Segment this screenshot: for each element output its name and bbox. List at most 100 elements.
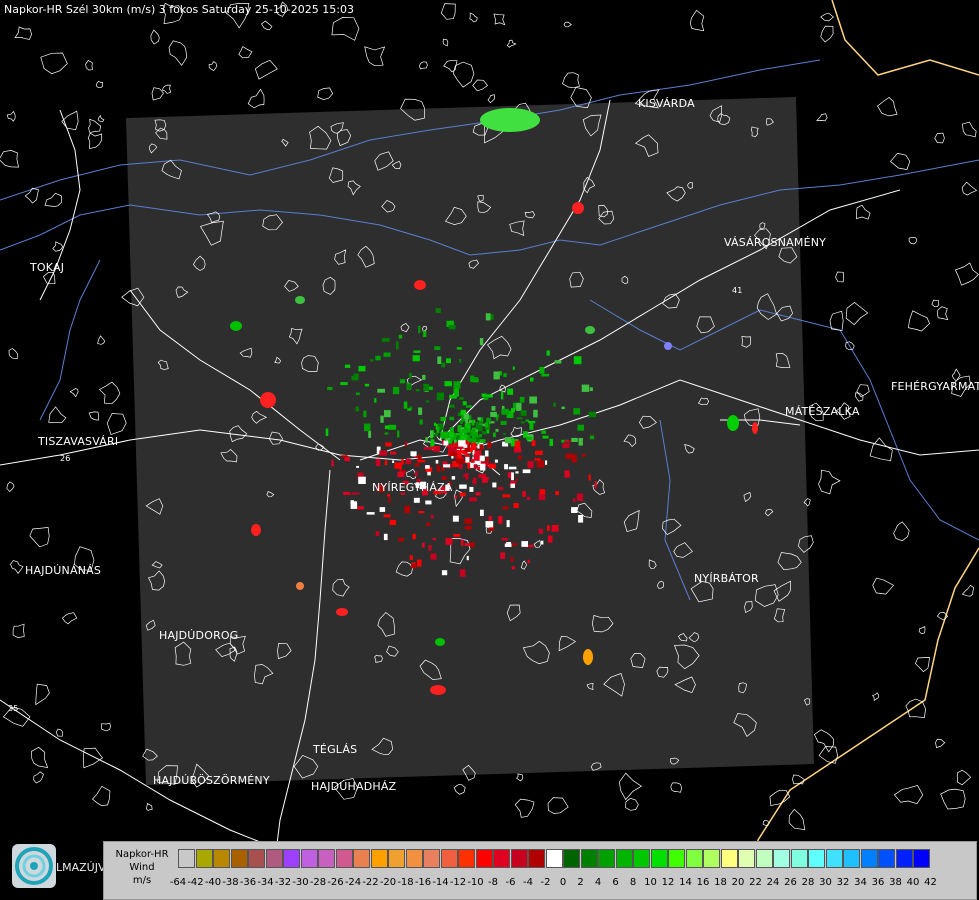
settlement-outline bbox=[506, 39, 517, 48]
radar-echo bbox=[578, 438, 583, 446]
radar-echo bbox=[479, 444, 484, 450]
radar-echo bbox=[581, 384, 590, 392]
radar-echo bbox=[383, 352, 391, 357]
legend-label: 26 bbox=[784, 877, 797, 888]
legend-label: 38 bbox=[889, 877, 902, 888]
radar-echo bbox=[510, 483, 515, 488]
radar-echo bbox=[441, 570, 448, 576]
radar-echo bbox=[487, 441, 492, 449]
settlement-outline bbox=[872, 692, 880, 702]
radar-echo bbox=[399, 379, 406, 384]
radar-echo bbox=[514, 447, 522, 453]
legend-swatch bbox=[283, 849, 300, 868]
radar-echo bbox=[553, 402, 556, 407]
radar-echo bbox=[554, 360, 562, 364]
city-label-hajduhadhaz: HAJDÚHADHÁZ bbox=[311, 780, 397, 793]
radar-echo bbox=[573, 498, 576, 503]
radar-echo bbox=[472, 442, 477, 450]
radar-echo bbox=[514, 440, 521, 448]
radar-echo bbox=[498, 515, 503, 524]
radar-echo bbox=[471, 459, 475, 463]
legend-label: 28 bbox=[801, 877, 815, 888]
settlement-outline bbox=[98, 381, 121, 405]
radar-echo bbox=[571, 507, 578, 513]
radar-echo bbox=[530, 377, 534, 382]
legend-swatch bbox=[370, 849, 388, 868]
radar-echo bbox=[383, 514, 391, 518]
legend-swatch bbox=[808, 849, 825, 868]
settlement-outline bbox=[957, 769, 972, 786]
city-label-mateszalka: MÁTÉSZALKA bbox=[785, 405, 860, 418]
logo-icon bbox=[12, 844, 56, 888]
settlement-outline bbox=[562, 72, 580, 89]
radar-echo bbox=[423, 330, 427, 337]
radar-echo bbox=[340, 382, 348, 386]
radar-echo bbox=[461, 539, 464, 546]
radar-echo bbox=[375, 355, 381, 361]
radar-echo bbox=[541, 430, 546, 434]
radar-echo bbox=[479, 338, 484, 346]
radar-echo bbox=[513, 503, 519, 508]
radar-echo bbox=[494, 459, 498, 463]
radar-echo bbox=[510, 557, 514, 562]
settlement-outline bbox=[106, 413, 127, 436]
radar-echo bbox=[434, 346, 441, 350]
settlement-outline bbox=[820, 12, 834, 22]
radar-echo bbox=[518, 455, 522, 460]
settlement-outline bbox=[872, 577, 895, 595]
radar-echo bbox=[394, 462, 402, 469]
radar-echo bbox=[551, 525, 559, 532]
radar-echo bbox=[527, 559, 530, 564]
radar-echo bbox=[421, 542, 425, 548]
radar-echo bbox=[377, 388, 385, 393]
settlement-outline bbox=[331, 17, 360, 41]
radar-echo bbox=[465, 473, 469, 480]
settlement-outline bbox=[150, 29, 160, 45]
settlement-outline bbox=[514, 798, 535, 818]
settlement-outline bbox=[261, 20, 273, 31]
radar-echo bbox=[511, 543, 518, 546]
legend-swatch bbox=[178, 849, 195, 868]
radar-echo bbox=[408, 372, 412, 379]
settlement-outline bbox=[961, 181, 978, 196]
settlement-outline bbox=[516, 773, 524, 782]
radar-echo bbox=[453, 439, 457, 443]
radar-echo bbox=[459, 432, 463, 436]
settlement-outline bbox=[52, 241, 64, 252]
radar-echo bbox=[539, 489, 546, 495]
radar-echo-cell bbox=[572, 202, 584, 214]
radar-echo bbox=[454, 495, 458, 499]
settlement-outline bbox=[35, 683, 50, 706]
radar-echo bbox=[472, 477, 477, 485]
settlement-outline bbox=[168, 40, 188, 66]
radar-echo bbox=[411, 563, 417, 569]
legend-swatch bbox=[685, 849, 703, 868]
legend-label: 20 bbox=[731, 877, 745, 888]
radar-echo bbox=[516, 402, 522, 411]
settlement-outline bbox=[547, 797, 569, 814]
settlement-outline bbox=[97, 335, 106, 345]
settlement-outline bbox=[55, 728, 64, 737]
settlement-outline bbox=[908, 236, 918, 245]
city-label-hajdunanas: HAJDÚNÁNÁS bbox=[25, 564, 102, 577]
radar-echo bbox=[456, 347, 462, 350]
radar-echo bbox=[409, 555, 413, 560]
radar-echo bbox=[485, 313, 491, 321]
radar-echo bbox=[529, 396, 537, 404]
radar-echo bbox=[451, 476, 456, 480]
legend-label: -32 bbox=[274, 877, 292, 888]
legend-swatch bbox=[318, 849, 335, 868]
radar-echo bbox=[506, 520, 510, 528]
radar-echo bbox=[470, 429, 475, 436]
radar-echo-cell bbox=[295, 296, 305, 304]
settlement-outline bbox=[954, 262, 979, 286]
legend-swatch bbox=[633, 849, 650, 868]
legend-label: -38 bbox=[222, 877, 239, 888]
radar-echo bbox=[358, 476, 366, 484]
legend-label: -22 bbox=[362, 877, 379, 888]
legend-swatch bbox=[510, 849, 528, 868]
radar-echo bbox=[387, 494, 391, 497]
radar-echo bbox=[488, 463, 496, 469]
radar-echo bbox=[589, 435, 595, 440]
map-canvas[interactable] bbox=[0, 0, 979, 900]
